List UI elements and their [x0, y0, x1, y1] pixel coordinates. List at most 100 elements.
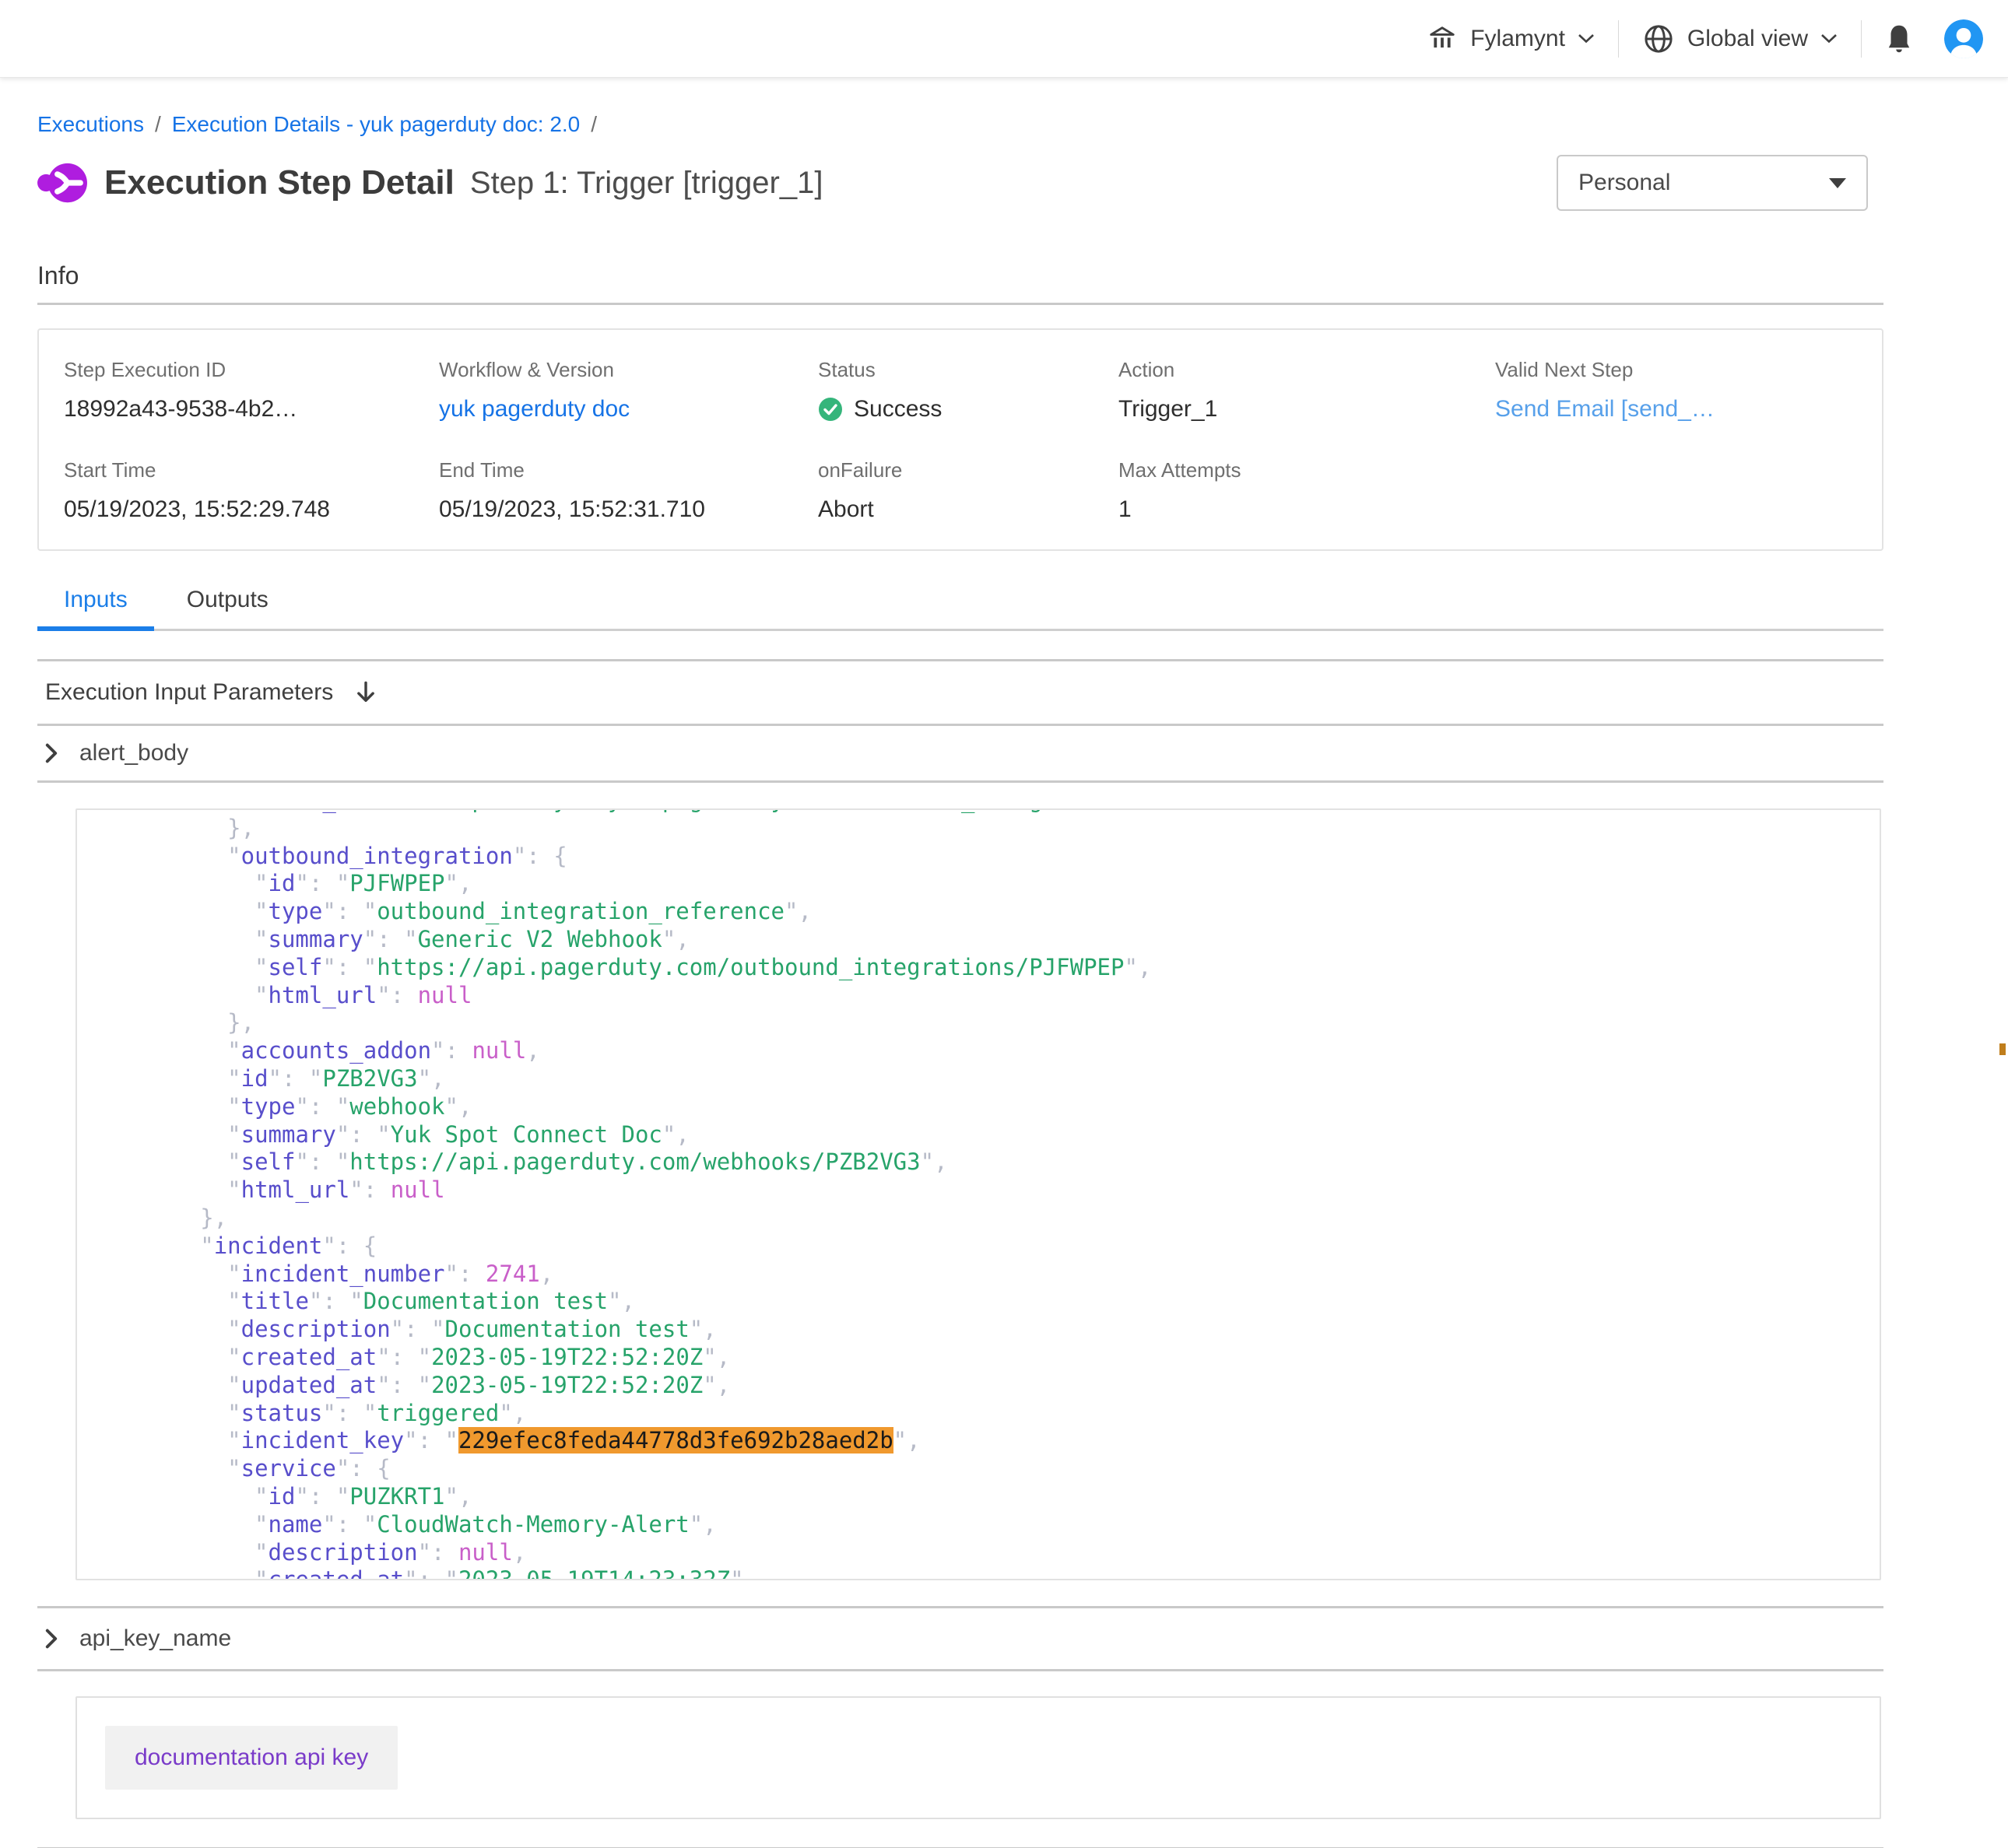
code-line: "created_at": "2023-05-19T22:52:20Z",: [105, 1344, 1880, 1372]
code-line: "status": "triggered",: [105, 1400, 1880, 1428]
info-card: Step Execution ID 18992a43-9538-4b2…Workf…: [37, 328, 1883, 551]
alert-body-json-viewer[interactable]: "html_url": "https://fylamynt.pagerduty.…: [75, 808, 1881, 1580]
code-line: "outbound_integration": {: [105, 843, 1880, 871]
notifications-bell-icon[interactable]: [1885, 23, 1913, 54]
info-field-action: Action Trigger_1: [1118, 358, 1495, 423]
info-field-end-time: End Time 05/19/2023, 15:52:31.710: [439, 458, 818, 523]
field-value: 1: [1118, 496, 1495, 523]
chevron-right-icon: [45, 1629, 58, 1649]
code-line: },: [105, 1205, 1880, 1233]
divider: [37, 1669, 1883, 1671]
breadcrumb: Executions / Execution Details - yuk pag…: [37, 112, 1883, 137]
field-value: Abort: [818, 496, 1118, 523]
code-line: "created_at": "2023-05-19T14:23:32Z",: [105, 1566, 1880, 1580]
view-switcher[interactable]: Global view: [1642, 23, 1838, 55]
breadcrumb-executions[interactable]: Executions: [37, 112, 144, 137]
user-avatar[interactable]: [1944, 19, 1983, 58]
field-label: Step Execution ID: [64, 358, 439, 382]
breadcrumb-separator: /: [155, 112, 161, 137]
code-line: "id": "PJFWPEP",: [105, 870, 1880, 898]
divider: [37, 303, 1883, 305]
top-header-bar: Fylamynt Global view: [0, 0, 2008, 78]
info-field-onfailure: onFailure Abort: [818, 458, 1118, 523]
select-caret-icon: [1829, 178, 1846, 188]
code-line: "incident_key": "229efec8feda44778d3fe69…: [105, 1427, 1880, 1455]
section-api-key-name-label: api_key_name: [79, 1625, 231, 1652]
code-line: "self": "https://api.pagerduty.com/webho…: [105, 1148, 1880, 1176]
code-line: "accounts_addon": null,: [105, 1037, 1880, 1065]
field-value: Success: [818, 396, 1118, 423]
breadcrumb-separator: /: [591, 112, 597, 137]
workspace-select-value: Personal: [1578, 170, 1670, 196]
code-line: "incident": {: [105, 1233, 1880, 1261]
section-api-key-name[interactable]: api_key_name: [37, 1608, 1883, 1669]
workspace-select[interactable]: Personal: [1557, 155, 1868, 211]
field-label: Max Attempts: [1118, 458, 1495, 482]
info-field-workflow-version: Workflow & Version yuk pagerduty doc: [439, 358, 818, 423]
info-field-status: Status Success: [818, 358, 1118, 423]
tab-inputs[interactable]: Inputs: [37, 587, 154, 629]
header-divider: [1861, 20, 1862, 58]
field-value-link[interactable]: yuk pagerduty doc: [439, 396, 630, 422]
bank-icon: [1427, 24, 1458, 54]
field-value: 05/19/2023, 15:52:31.710: [439, 496, 818, 523]
code-lines: "html_url": "https://fylamynt.pagerduty.…: [77, 808, 1880, 1580]
code-line: "description": "Documentation test",: [105, 1316, 1880, 1344]
code-line: "type": "outbound_integration_reference"…: [105, 898, 1880, 926]
field-label: onFailure: [818, 458, 1118, 482]
code-line: "type": "webhook",: [105, 1093, 1880, 1121]
highlighted-incident-key: 229efec8feda44778d3fe692b28aed2b: [458, 1427, 893, 1454]
code-line: "html_url": null: [105, 1176, 1880, 1205]
field-label: End Time: [439, 458, 818, 482]
status-text: Success: [854, 396, 942, 423]
code-line: "incident_number": 2741,: [105, 1261, 1880, 1289]
tab-bar: InputsOutputs: [37, 587, 1883, 631]
code-line: "summary": "Yuk Spot Connect Doc",: [105, 1121, 1880, 1149]
code-line: "title": "Documentation test",: [105, 1288, 1880, 1316]
download-arrow-icon[interactable]: [355, 680, 377, 705]
execution-input-parameters-label: Execution Input Parameters: [45, 679, 333, 706]
view-label: Global view: [1687, 26, 1808, 52]
chevron-right-icon: [45, 743, 58, 763]
field-label: Valid Next Step: [1495, 358, 1882, 382]
field-value: Send Email [send_…: [1495, 396, 1882, 423]
code-line: "html_url": "https://fylamynt.pagerduty.…: [105, 808, 1880, 815]
code-line: "self": "https://api.pagerduty.com/outbo…: [105, 954, 1880, 982]
code-line: "name": "CloudWatch-Memory-Alert",: [105, 1511, 1880, 1539]
field-label: Workflow & Version: [439, 358, 818, 382]
code-line: "updated_at": "2023-05-19T22:52:20Z",: [105, 1372, 1880, 1400]
code-line: },: [105, 1009, 1880, 1037]
page-title: Execution Step Detail: [104, 163, 455, 202]
divider: [37, 780, 1883, 783]
code-line: "html_url": null: [105, 982, 1880, 1010]
api-key-name-chip: documentation api key: [105, 1726, 398, 1790]
field-value: 05/19/2023, 15:52:29.748: [64, 496, 439, 523]
org-switcher[interactable]: Fylamynt: [1427, 24, 1595, 54]
field-label: Status: [818, 358, 1118, 382]
field-value: 18992a43-9538-4b2…: [64, 396, 439, 423]
org-label: Fylamynt: [1470, 26, 1565, 52]
field-value: Trigger_1: [1118, 396, 1495, 423]
section-alert-body[interactable]: alert_body: [37, 726, 1883, 780]
field-value-link[interactable]: Send Email [send_…: [1495, 396, 1715, 422]
info-field-step-execution-id: Step Execution ID 18992a43-9538-4b2…: [64, 358, 439, 423]
field-value: yuk pagerduty doc: [439, 396, 818, 423]
section-alert-body-label: alert_body: [79, 740, 188, 766]
fylamynt-logo-icon: [37, 159, 87, 207]
info-field-max-attempts: Max Attempts 1: [1118, 458, 1495, 523]
chevron-down-icon: [1578, 33, 1595, 44]
breadcrumb-execution-details[interactable]: Execution Details - yuk pagerduty doc: 2…: [172, 112, 581, 137]
chevron-down-icon: [1820, 33, 1838, 44]
code-line: "id": "PUZKRT1",: [105, 1483, 1880, 1511]
tab-outputs[interactable]: Outputs: [160, 587, 295, 629]
scrollbar-find-marker: [1999, 1043, 2006, 1055]
success-check-icon: [818, 397, 843, 422]
header-divider: [1618, 20, 1619, 58]
info-heading: Info: [37, 261, 1883, 290]
info-field-start-time: Start Time 05/19/2023, 15:52:29.748: [64, 458, 439, 523]
main-content: Executions / Execution Details - yuk pag…: [37, 112, 1883, 1848]
field-label: Start Time: [64, 458, 439, 482]
field-label: Action: [1118, 358, 1495, 382]
page-subtitle: Step 1: Trigger [trigger_1]: [470, 166, 823, 201]
execution-input-parameters-header: Execution Input Parameters: [37, 661, 1883, 724]
